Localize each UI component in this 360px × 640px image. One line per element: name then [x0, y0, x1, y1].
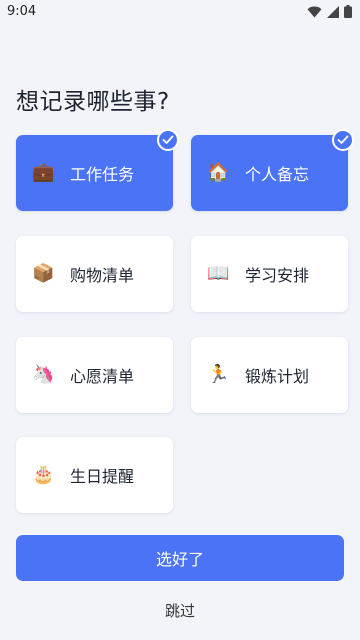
check-icon — [157, 129, 179, 151]
done-button[interactable]: 选好了 — [16, 535, 344, 581]
option-card-birthday-reminder[interactable]: 🎂 生日提醒 — [16, 437, 173, 513]
book-icon: 📖 — [207, 263, 230, 284]
briefcase-icon: 💼 — [32, 162, 55, 183]
option-card-personal-memo[interactable]: 🏠 个人备忘 — [191, 129, 354, 211]
option-card-exercise-plan[interactable]: 🏃 锻炼计划 — [191, 337, 348, 413]
page-title: 想记录哪些事? — [16, 89, 170, 115]
option-label: 学习安排 — [245, 266, 310, 285]
option-label: 购物清单 — [70, 266, 135, 285]
option-label: 锻炼计划 — [245, 367, 310, 386]
category-grid: 💼 工作任务 🏠 个人备忘 📦 购物清单 📖 学习安排 🦄 心愿清单 🏃 锻炼计… — [16, 129, 354, 513]
package-icon: 📦 — [32, 263, 55, 284]
battery-icon — [344, 5, 352, 18]
option-card-shopping-list[interactable]: 📦 购物清单 — [16, 236, 173, 312]
signal-icon — [327, 5, 339, 18]
option-card-work[interactable]: 💼 工作任务 — [16, 129, 179, 211]
option-label: 个人备忘 — [245, 165, 310, 184]
skip-link[interactable]: 跳过 — [0, 600, 360, 621]
option-label: 生日提醒 — [70, 467, 135, 486]
option-label: 工作任务 — [70, 165, 135, 184]
unicorn-icon: 🦄 — [32, 364, 55, 385]
option-label: 心愿清单 — [70, 367, 135, 386]
option-card-wishlist[interactable]: 🦄 心愿清单 — [16, 337, 173, 413]
runner-icon: 🏃 — [207, 364, 230, 385]
option-card-study-plan[interactable]: 📖 学习安排 — [191, 236, 348, 312]
house-icon: 🏠 — [207, 162, 230, 183]
check-icon — [332, 129, 354, 151]
birthday-cake-icon: 🎂 — [32, 464, 55, 485]
status-time: 9:04 — [7, 4, 37, 19]
status-icons — [307, 5, 352, 18]
status-bar: 9:04 — [0, 0, 360, 24]
wifi-icon — [307, 6, 322, 17]
